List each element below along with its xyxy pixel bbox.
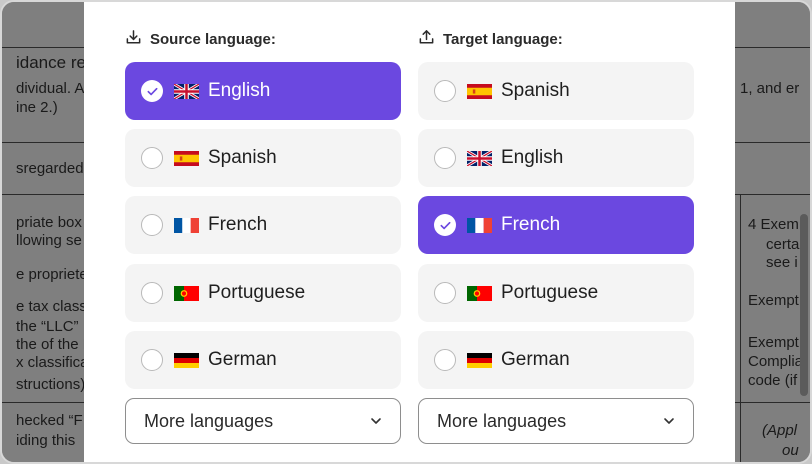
target-option-portuguese[interactable]: Portuguese — [418, 264, 694, 322]
radio-checked[interactable] — [141, 80, 163, 102]
doc-column-rule — [740, 194, 741, 462]
target-more-languages-dropdown[interactable]: More languages — [418, 398, 694, 444]
doc-text: code (if — [748, 372, 798, 389]
target-option-english[interactable]: English — [418, 129, 694, 187]
source-option-spanish[interactable]: Spanish — [125, 129, 401, 187]
doc-text: certa — [766, 236, 800, 253]
doc-text: see i — [766, 254, 798, 271]
spain-flag-icon — [467, 83, 492, 99]
option-label: Spanish — [501, 80, 570, 101]
source-option-portuguese[interactable]: Portuguese — [125, 264, 401, 322]
app-frame: idance re dividual. A ine 2.) 1, and er … — [0, 0, 812, 464]
doc-text: e propriete — [16, 266, 88, 283]
doc-text: Exempt — [748, 292, 799, 309]
scrollbar[interactable] — [800, 214, 808, 396]
target-language-label: Target language: — [443, 30, 563, 48]
radio-checked[interactable] — [434, 214, 456, 236]
more-languages-label: More languages — [437, 410, 567, 431]
doc-text: 1, and er — [740, 80, 800, 97]
option-label: Portuguese — [501, 282, 599, 303]
uk-flag-icon — [174, 83, 199, 99]
doc-text: dividual. A — [16, 80, 85, 97]
doc-text: llowing se — [16, 232, 82, 249]
doc-text: iding this — [16, 432, 76, 449]
radio-unchecked[interactable] — [434, 349, 456, 371]
source-language-heading: Source language: — [125, 29, 276, 49]
radio-unchecked[interactable] — [434, 80, 456, 102]
doc-text: ou — [782, 442, 799, 459]
option-label: Spanish — [208, 147, 277, 168]
option-label: French — [208, 214, 268, 235]
option-label: German — [501, 349, 570, 370]
checkmark-icon — [439, 221, 451, 229]
germany-flag-icon — [174, 352, 199, 368]
option-label: Portuguese — [208, 282, 306, 303]
doc-text: (Appl — [762, 422, 798, 439]
doc-text: ine 2.) — [16, 99, 58, 116]
upload-icon — [418, 29, 435, 50]
portugal-flag-icon — [467, 285, 492, 301]
source-more-languages-dropdown[interactable]: More languages — [125, 398, 401, 444]
radio-unchecked[interactable] — [434, 282, 456, 304]
doc-text: e tax class — [16, 298, 87, 315]
radio-unchecked[interactable] — [141, 282, 163, 304]
radio-unchecked[interactable] — [141, 349, 163, 371]
portugal-flag-icon — [174, 285, 199, 301]
doc-text: sregarded — [16, 160, 84, 177]
spain-flag-icon — [174, 150, 199, 166]
doc-text: structions) — [16, 376, 86, 393]
option-label: French — [501, 214, 561, 235]
source-option-french[interactable]: French — [125, 196, 401, 254]
source-language-label: Source language: — [150, 30, 276, 48]
target-option-french[interactable]: French — [418, 196, 694, 254]
option-label: English — [501, 147, 564, 168]
doc-text: priate box — [16, 214, 82, 231]
radio-unchecked[interactable] — [141, 147, 163, 169]
option-label: English — [208, 80, 271, 101]
target-option-spanish[interactable]: Spanish — [418, 62, 694, 120]
doc-text: x classifica — [16, 354, 89, 371]
germany-flag-icon — [467, 352, 492, 368]
option-label: German — [208, 349, 277, 370]
source-option-german[interactable]: German — [125, 331, 401, 389]
radio-unchecked[interactable] — [434, 147, 456, 169]
doc-text: idance re — [16, 53, 86, 72]
radio-unchecked[interactable] — [141, 214, 163, 236]
language-picker-modal: Source language: English Spanish French — [84, 2, 735, 462]
source-option-english[interactable]: English — [125, 62, 401, 120]
more-languages-label: More languages — [144, 410, 274, 431]
chevron-down-icon — [664, 418, 674, 424]
checkmark-icon — [146, 87, 158, 95]
doc-text: the “LLC” — [16, 318, 79, 335]
doc-text: 4 Exem — [748, 216, 799, 233]
doc-text: Exempt — [748, 334, 799, 351]
download-icon — [125, 29, 142, 50]
uk-flag-icon — [467, 150, 492, 166]
target-language-heading: Target language: — [418, 29, 563, 49]
doc-text: Complia — [748, 353, 804, 370]
chevron-down-icon — [371, 418, 381, 424]
france-flag-icon — [467, 217, 492, 233]
target-option-german[interactable]: German — [418, 331, 694, 389]
france-flag-icon — [174, 217, 199, 233]
doc-text: hecked “F — [16, 412, 83, 429]
